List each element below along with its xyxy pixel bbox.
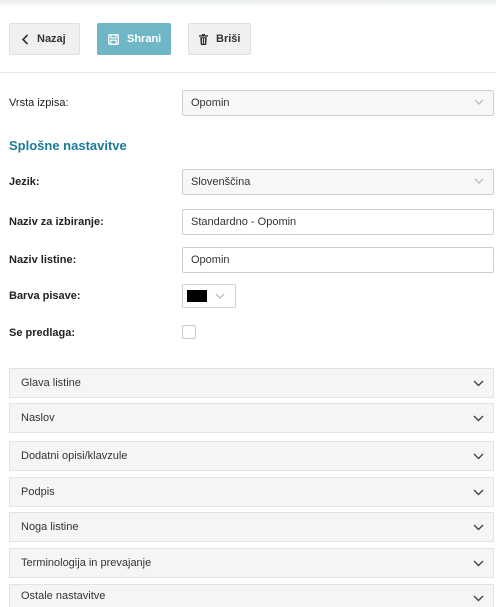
accordion-label: Ostale nastavitve xyxy=(21,590,106,602)
section-title-general: Splošne nastavitve xyxy=(9,138,127,153)
default-checkbox[interactable] xyxy=(182,325,196,339)
selection-name-value: Standardno - Opomin xyxy=(191,216,297,228)
language-label: Jezik: xyxy=(9,176,40,188)
document-name-value: Opomin xyxy=(191,254,230,266)
toolbar: Nazaj Shrani Briši xyxy=(0,0,496,73)
floppy-disk-icon xyxy=(108,33,119,45)
report-type-label: Vrsta izpisa: xyxy=(9,97,69,109)
chevron-down-icon xyxy=(473,524,484,531)
chevron-down-icon xyxy=(473,595,484,602)
delete-button-label: Briši xyxy=(216,33,241,45)
chevron-down-icon xyxy=(215,293,225,299)
accordion-header[interactable]: Naslov xyxy=(9,403,494,433)
accordion-label: Noga listine xyxy=(21,521,79,533)
chevron-down-icon xyxy=(473,415,484,422)
font-color-picker[interactable] xyxy=(182,284,236,308)
language-value: Slovenščina xyxy=(191,176,251,188)
accordion-header[interactable]: Terminologija in prevajanje xyxy=(9,548,494,578)
font-color-swatch xyxy=(187,290,207,302)
language-select[interactable]: Slovenščina xyxy=(182,169,494,195)
save-button[interactable]: Shrani xyxy=(97,23,171,55)
selection-name-label: Naziv za izbiranje: xyxy=(9,216,104,228)
delete-button[interactable]: Briši xyxy=(188,23,251,55)
chevron-down-icon xyxy=(473,453,484,460)
back-button-label: Nazaj xyxy=(37,33,66,45)
accordion-header[interactable]: Dodatni opisi/klavzule xyxy=(9,441,494,471)
selection-name-input[interactable]: Standardno - Opomin xyxy=(182,209,494,235)
accordion-label: Naslov xyxy=(21,412,55,424)
accordion-header[interactable]: Glava listine xyxy=(9,368,494,398)
back-button[interactable]: Nazaj xyxy=(9,23,80,55)
accordion-label: Dodatni opisi/klavzule xyxy=(21,450,128,462)
chevron-down-icon xyxy=(473,380,484,387)
accordion-label: Terminologija in prevajanje xyxy=(21,557,152,569)
accordion-header[interactable]: Ostale nastavitve xyxy=(9,584,494,607)
trash-icon xyxy=(199,33,208,45)
font-color-label: Barva pisave: xyxy=(9,290,81,302)
accordion-label: Podpis xyxy=(21,486,55,498)
accordion-header[interactable]: Noga listine xyxy=(9,512,494,542)
default-label: Se predlaga: xyxy=(9,327,76,339)
report-type-select[interactable]: Opomin xyxy=(182,90,494,116)
report-type-value: Opomin xyxy=(191,97,230,109)
chevron-down-icon xyxy=(473,560,484,567)
save-button-label: Shrani xyxy=(127,33,162,45)
chevron-left-icon xyxy=(21,33,29,45)
chevron-down-icon xyxy=(473,489,484,496)
chevron-down-icon xyxy=(474,178,484,184)
document-name-input[interactable]: Opomin xyxy=(182,247,494,273)
chevron-down-icon xyxy=(474,99,484,105)
accordion-header[interactable]: Podpis xyxy=(9,477,494,507)
accordion-label: Glava listine xyxy=(21,377,81,389)
document-name-label: Naziv listine: xyxy=(9,254,77,266)
